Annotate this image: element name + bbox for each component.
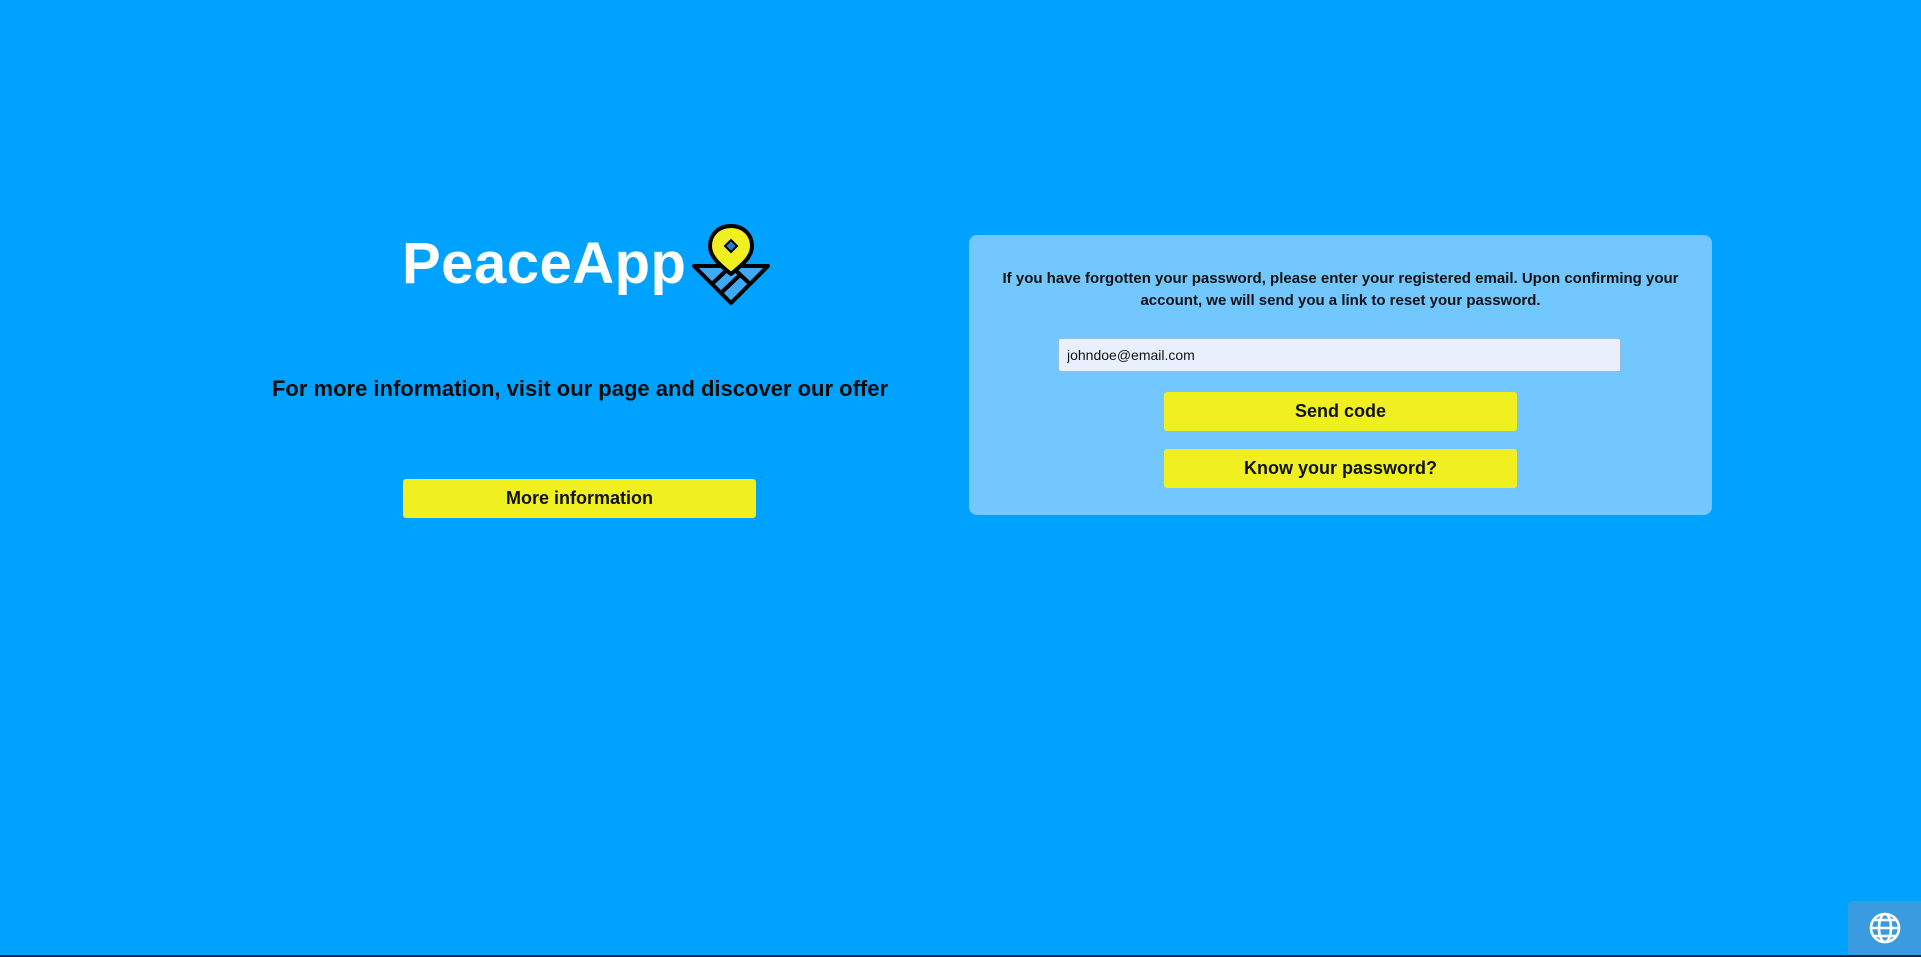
password-reset-panel: If you have forgotten your password, ple… xyxy=(969,235,1712,515)
more-information-button[interactable]: More information xyxy=(403,479,756,518)
info-tagline: For more information, visit our page and… xyxy=(271,376,889,401)
brand-logo-block: PeaceApp xyxy=(402,222,772,306)
brand-name: PeaceApp xyxy=(402,231,687,296)
reset-instructions: If you have forgotten your password, ple… xyxy=(1002,270,1679,309)
language-button[interactable] xyxy=(1848,901,1921,955)
send-code-button[interactable]: Send code xyxy=(1164,392,1517,431)
email-field[interactable] xyxy=(1058,338,1621,372)
globe-icon xyxy=(1869,912,1900,944)
map-pin-logo-icon xyxy=(692,224,771,305)
know-password-button[interactable]: Know your password? xyxy=(1164,449,1517,488)
